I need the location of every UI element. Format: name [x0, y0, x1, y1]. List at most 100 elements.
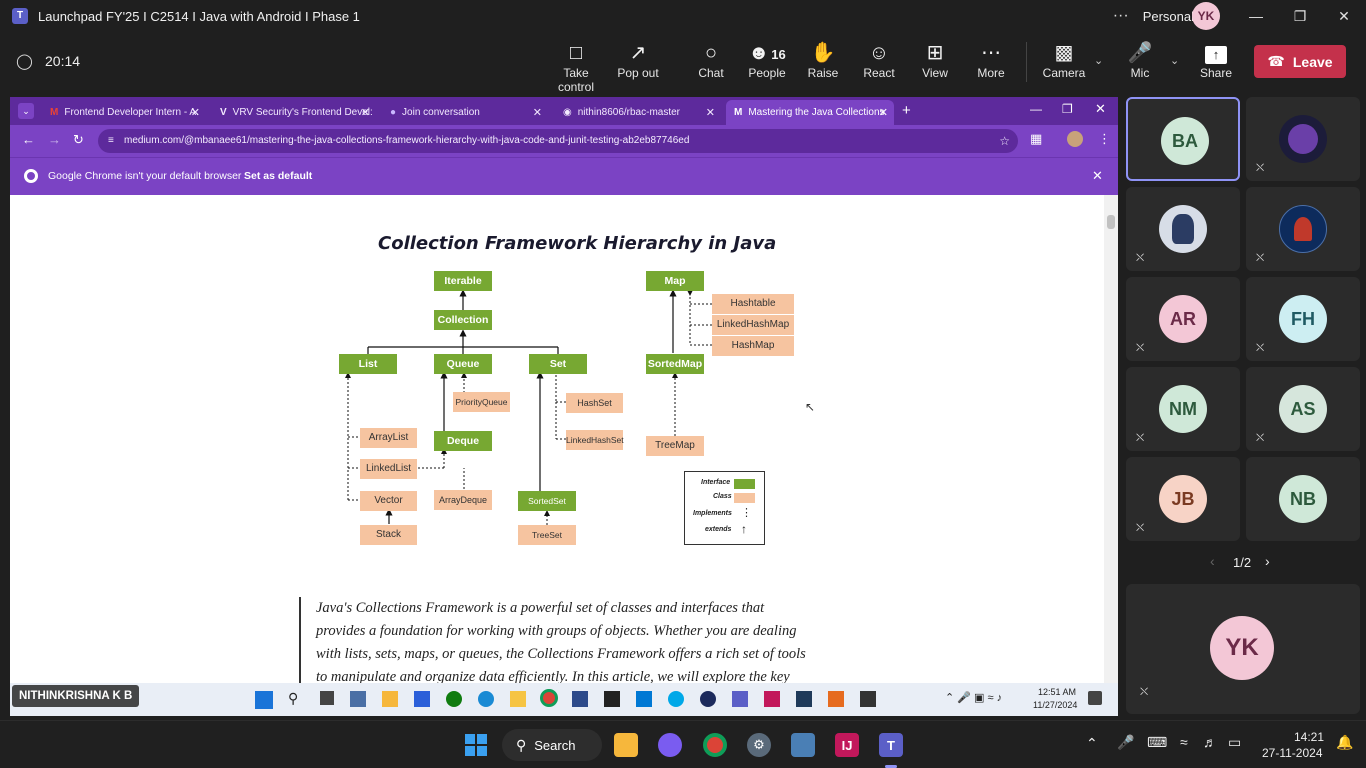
browser-tab[interactable]: M Frontend Developer Intern - A: ✕ — [42, 100, 206, 125]
pop-out-button[interactable]: ↗ Pop out — [608, 40, 668, 80]
chat-button[interactable]: ○ Chat — [681, 40, 741, 80]
browser-close-icon[interactable]: ✕ — [1095, 101, 1106, 117]
back-icon[interactable]: ← — [22, 132, 35, 147]
browser-maximize-icon[interactable]: ❐ — [1062, 102, 1073, 116]
participant-pagination: 1/2 — [1233, 555, 1252, 570]
bookmark-star-icon[interactable]: ☆ — [999, 129, 1010, 153]
mic-off-icon: ⛌ — [1256, 432, 1265, 444]
tab-close-icon[interactable]: ✕ — [361, 106, 370, 119]
default-browser-infobar: Google Chrome isn't your default browser… — [10, 157, 1118, 195]
tab-search-icon[interactable]: ⌄ — [18, 103, 34, 119]
maximize-icon[interactable]: ❐ — [1278, 8, 1322, 25]
browser-menu-icon[interactable]: ⋮ — [1098, 131, 1111, 147]
take-control-button[interactable]: □ Take control — [545, 40, 607, 94]
start-icon[interactable] — [464, 733, 488, 757]
more-options-icon[interactable]: ··· — [1113, 7, 1129, 25]
infobar-close-icon[interactable]: ✕ — [1092, 168, 1103, 184]
reload-icon[interactable]: ↻ — [73, 132, 84, 148]
tab-close-icon[interactable]: ✕ — [533, 106, 542, 119]
chrome-icon[interactable] — [703, 733, 727, 757]
tray-chevron-up-icon[interactable]: ⌃ — [1086, 735, 1098, 752]
participant-tile[interactable]: ⛌ — [1246, 97, 1360, 181]
intellij-icon[interactable]: IJ — [835, 733, 859, 757]
tab-close-icon[interactable]: ✕ — [706, 106, 715, 119]
scrollbar-thumb[interactable] — [1107, 215, 1115, 229]
profile-avatar-icon[interactable] — [1067, 131, 1083, 147]
minimize-icon[interactable]: — — [1234, 8, 1278, 24]
prev-page-icon[interactable]: ‹ — [1210, 553, 1215, 569]
camera-chevron-down-icon[interactable]: ⌄ — [1094, 54, 1103, 67]
mic-off-icon: ⛌ — [1256, 252, 1265, 264]
inner-notification-icon — [1088, 691, 1102, 705]
new-tab-icon[interactable]: + — [902, 102, 911, 119]
tray-battery-icon[interactable]: ▭ — [1228, 734, 1241, 751]
site-info-icon[interactable]: ≡ — [108, 129, 114, 153]
close-icon[interactable]: ✕ — [1322, 8, 1366, 25]
tray-volume-icon[interactable]: ♬ — [1203, 734, 1217, 750]
notification-bell-icon[interactable]: 🔔 — [1336, 734, 1353, 751]
toolbar-divider — [1026, 42, 1027, 82]
tab-close-icon[interactable]: ✕ — [879, 106, 888, 119]
file-explorer-icon[interactable] — [614, 733, 638, 757]
more-button[interactable]: ⋯ More — [961, 40, 1021, 80]
browser-tab[interactable]: ◉ nithin8606/rbac-master ✕ — [555, 100, 721, 125]
tray-keyboard-icon[interactable]: ⌨ — [1147, 734, 1167, 751]
share-icon: ↑ — [1186, 40, 1246, 66]
page-scrollbar[interactable] — [1104, 195, 1118, 683]
mic-off-icon: ⛌ — [1136, 342, 1145, 354]
participant-avatar: NB — [1279, 475, 1327, 523]
participant-tile[interactable]: NB — [1246, 457, 1360, 541]
participant-tile[interactable]: AR ⛌ — [1126, 277, 1240, 361]
leave-button[interactable]: ☎ Leave — [1254, 45, 1346, 78]
set-default-button[interactable]: Set as default — [244, 170, 312, 182]
raise-hand-button[interactable]: ✋ Raise — [793, 40, 853, 80]
browser-tab[interactable]: V VRV Security's Frontend Devel: ✕ — [212, 100, 376, 125]
smiley-icon: ☺ — [868, 42, 890, 64]
browser-tab[interactable]: ● Join conversation ✕ — [382, 100, 548, 125]
next-page-icon[interactable]: › — [1265, 553, 1270, 569]
tray-mic-icon[interactable]: 🎤 — [1117, 734, 1134, 751]
tab-close-icon[interactable]: ✕ — [191, 106, 200, 119]
copilot-icon[interactable] — [658, 733, 682, 757]
participant-tile[interactable]: FH ⛌ — [1246, 277, 1360, 361]
window-title: Launchpad FY'25 I C2514 I Java with Andr… — [38, 8, 360, 24]
more-icon: ⋯ — [981, 42, 1001, 64]
forward-icon[interactable]: → — [48, 132, 61, 147]
participant-tile[interactable]: NM ⛌ — [1126, 367, 1240, 451]
inner-explorer-icon — [382, 691, 398, 707]
grid-icon: ⊞ — [926, 42, 944, 64]
participant-tile[interactable]: ⛌ — [1246, 187, 1360, 271]
taskbar-clock-time[interactable]: 14:21 — [1294, 730, 1324, 744]
tray-wifi-icon[interactable]: ≈ — [1180, 734, 1188, 750]
react-button[interactable]: ☺ React — [849, 40, 909, 80]
camera-button[interactable]: ▩ Camera — [1034, 40, 1094, 80]
teams-icon[interactable]: T — [879, 733, 903, 757]
people-button[interactable]: ☻ 16 People — [737, 40, 797, 80]
legend-class-swatch — [734, 493, 755, 503]
article-page: Collection Framework Hierarchy in Java I… — [10, 195, 1118, 689]
browser-tab-active[interactable]: M Mastering the Java Collections ✕ — [726, 100, 894, 125]
mic-button[interactable]: 🎤 Mic — [1110, 40, 1170, 80]
extensions-icon[interactable]: ▦ — [1030, 131, 1042, 147]
participant-tile[interactable]: ⛌ — [1126, 187, 1240, 271]
participant-tile[interactable]: AS ⛌ — [1246, 367, 1360, 451]
taskbar-clock-date[interactable]: 27-11-2024 — [1262, 746, 1323, 760]
share-button[interactable]: ↑ Share — [1186, 40, 1246, 80]
browser-minimize-icon[interactable]: — — [1030, 102, 1042, 116]
participant-tile[interactable]: JB ⛌ — [1126, 457, 1240, 541]
camera-off-icon: ▩ — [1054, 42, 1074, 64]
profile-avatar[interactable]: YK — [1192, 2, 1220, 30]
inner-search-icon: ⚲ — [288, 690, 299, 706]
url-input[interactable]: ≡ medium.com/@mbanaee61/mastering-the-ja… — [98, 129, 1018, 153]
taskbar-search[interactable]: ⚲ Search — [502, 729, 602, 761]
view-button[interactable]: ⊞ View — [905, 40, 965, 80]
self-video-tile[interactable]: YK ⛌ — [1126, 584, 1360, 714]
deque-node: Deque — [434, 431, 492, 451]
mic-chevron-down-icon[interactable]: ⌄ — [1170, 54, 1179, 67]
participant-tile[interactable]: BA — [1126, 97, 1240, 181]
queue-node: Queue — [434, 354, 492, 374]
inner-snipping-icon — [796, 691, 812, 707]
settings-gear-icon[interactable]: ⚙ — [747, 733, 771, 757]
photos-icon[interactable] — [791, 733, 815, 757]
participant-avatar: JB — [1159, 475, 1207, 523]
